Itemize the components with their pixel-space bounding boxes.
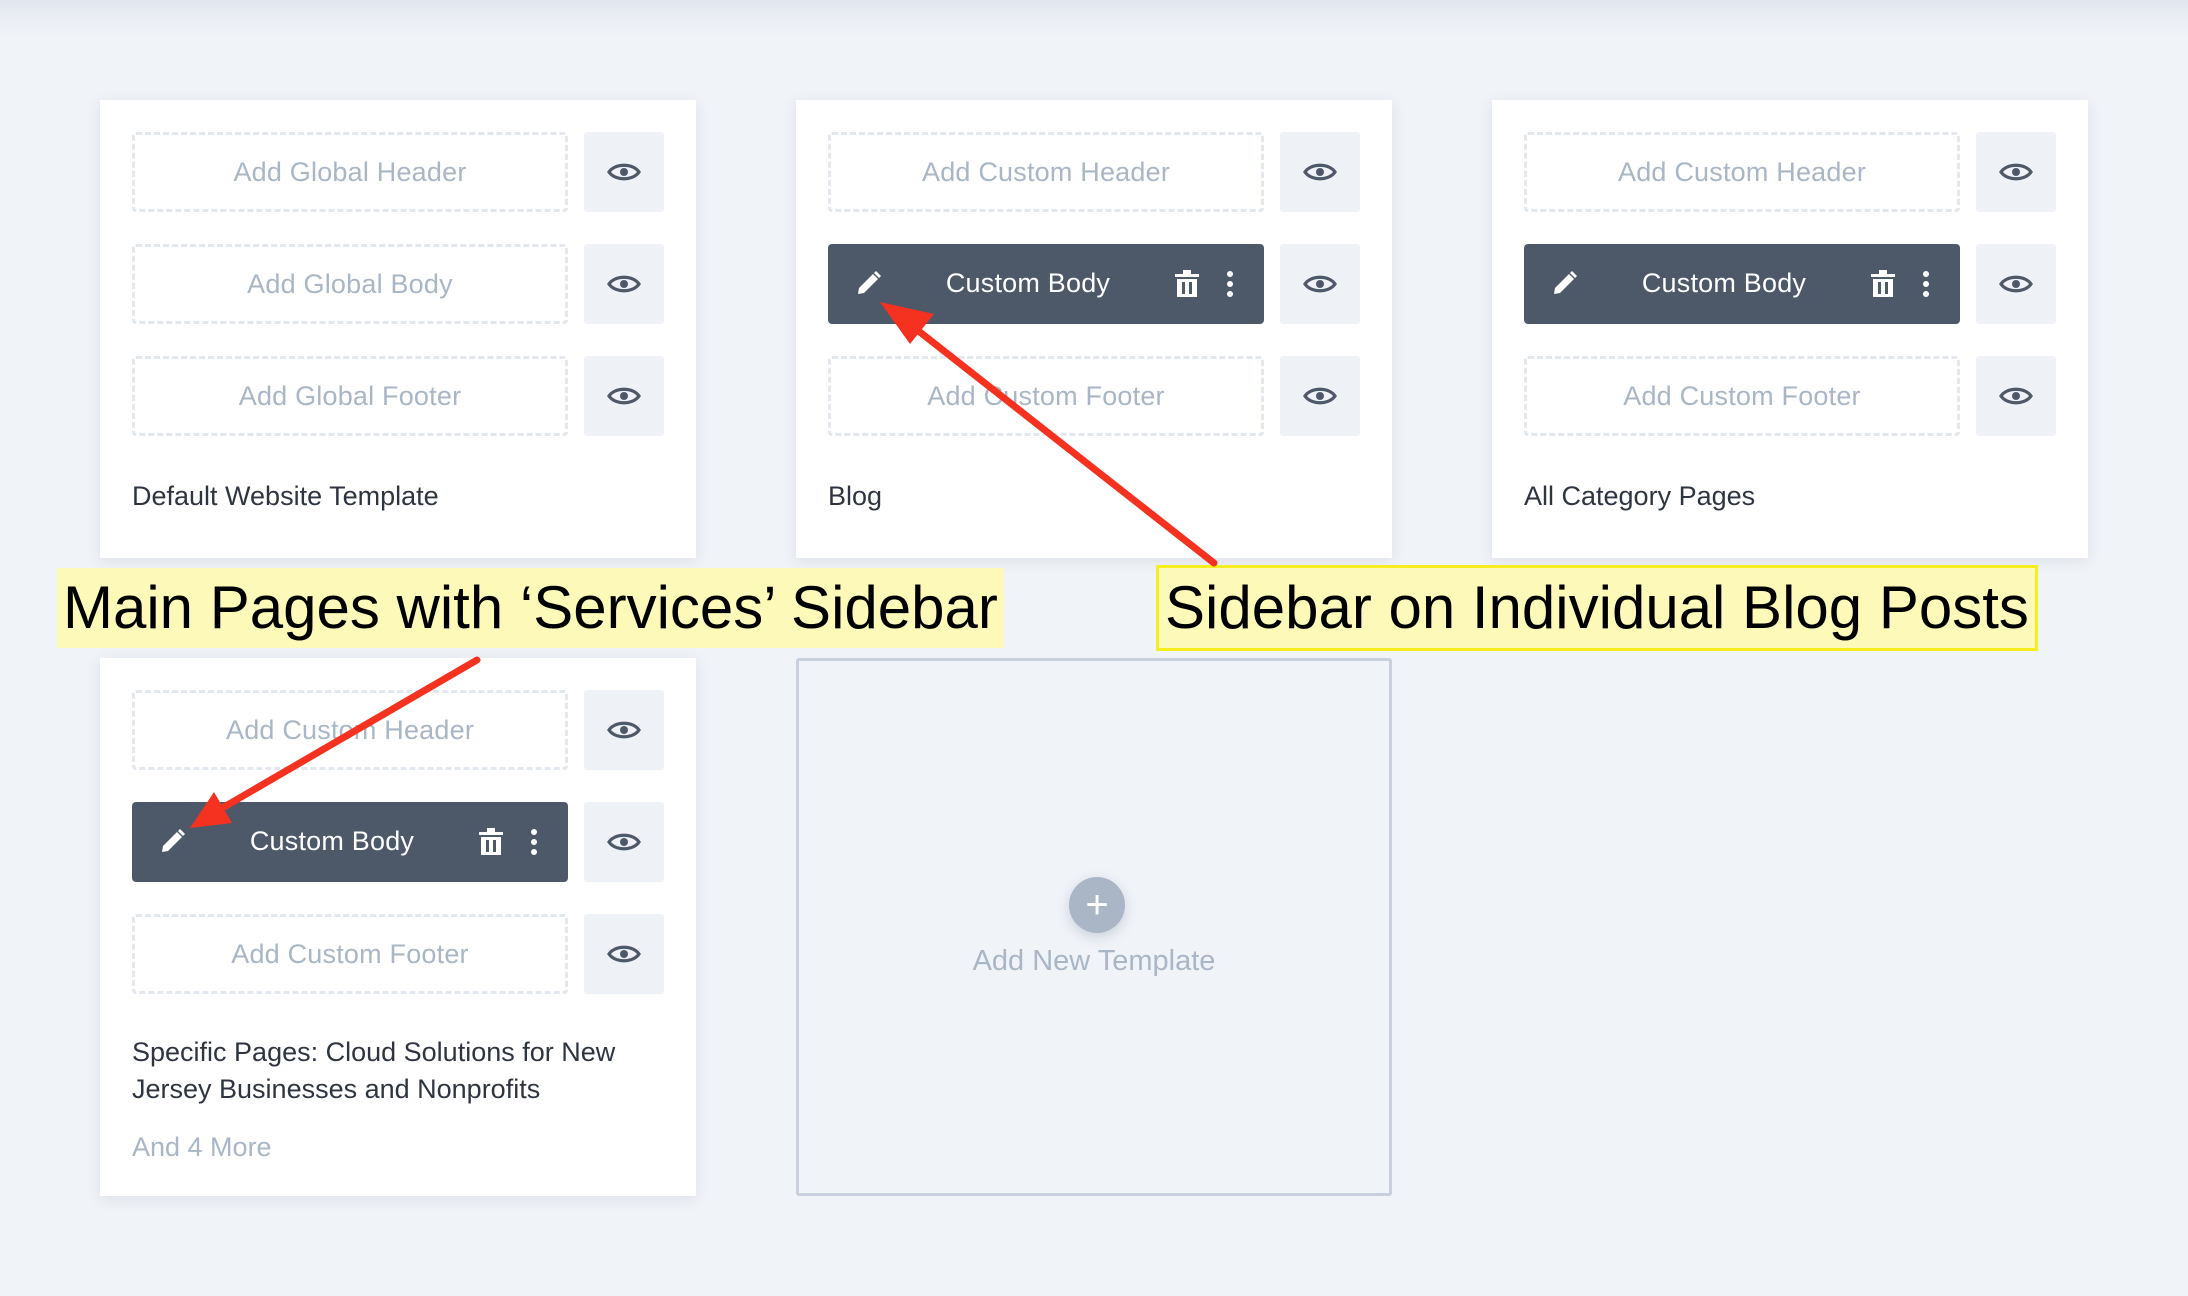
arrow-to-specific-body <box>220 656 481 811</box>
arrow-to-blog-body <box>912 325 1218 567</box>
annotation-arrows <box>190 302 1218 828</box>
